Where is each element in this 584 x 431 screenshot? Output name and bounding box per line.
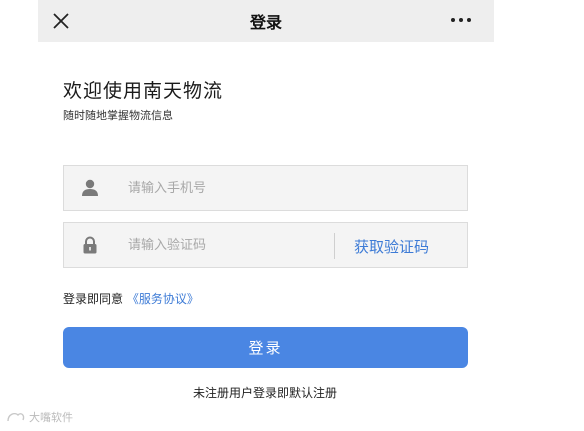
verification-code-input[interactable] (128, 223, 378, 267)
phone-field (63, 165, 468, 211)
agreement-text: 登录即同意 《服务协议》 (63, 290, 199, 307)
top-nav-bar: 登录 (38, 0, 494, 42)
verification-code-field: 获取验证码 (63, 222, 468, 268)
phone-input[interactable] (128, 166, 378, 210)
get-code-button[interactable]: 获取验证码 (354, 236, 429, 257)
page-title: 登录 (249, 13, 282, 32)
lock-icon (83, 236, 97, 254)
watermark-logo-icon (7, 412, 25, 422)
login-page: 登录 欢迎使用南天物流 随时随地掌握物流信息 获取验证码 登录即同意 《服务协议… (0, 0, 584, 431)
field-divider (334, 233, 335, 259)
user-icon (82, 179, 98, 196)
welcome-heading: 欢迎使用南天物流 (63, 80, 224, 102)
register-hint: 未注册用户登录即默认注册 (192, 386, 337, 400)
more-dots-icon[interactable] (450, 16, 472, 24)
welcome-subtitle: 随时随地掌握物流信息 (63, 109, 173, 122)
agreement-prefix: 登录即同意 (63, 292, 124, 306)
watermark-text: 大嘴软件 (29, 411, 73, 424)
service-agreement-link[interactable]: 《服务协议》 (127, 292, 199, 306)
watermark: 大嘴软件 (6, 409, 73, 425)
login-button[interactable]: 登录 (63, 327, 468, 368)
